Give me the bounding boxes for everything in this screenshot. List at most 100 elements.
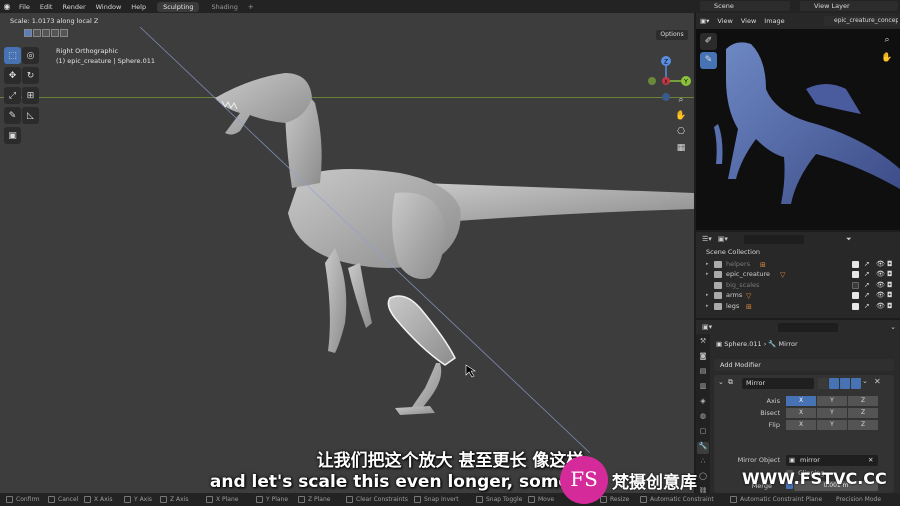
chevron-down-icon[interactable]: ⌄: [862, 377, 868, 385]
pan-hand-icon[interactable]: ✋: [880, 51, 894, 65]
flip-y-toggle[interactable]: Y: [817, 420, 847, 430]
status-move: Move: [528, 496, 554, 503]
key-icon: [206, 496, 213, 503]
bisect-x-toggle[interactable]: X: [786, 408, 816, 418]
modifier-tab-icon[interactable]: 🔧: [697, 442, 709, 454]
output-tab-icon[interactable]: ▤: [697, 367, 709, 379]
bisect-y-toggle[interactable]: Y: [817, 408, 847, 418]
transform-tool-icon[interactable]: ⊞: [22, 87, 39, 104]
render-camera-icon[interactable]: ◘: [887, 290, 893, 301]
chevron-down-icon[interactable]: ⌄: [890, 323, 896, 331]
menu-edit[interactable]: Edit: [35, 3, 58, 11]
view-layer-tab-icon[interactable]: ▥: [697, 382, 709, 394]
status-confirm: Confirm: [6, 496, 40, 503]
render-camera-icon[interactable]: ◘: [887, 301, 893, 312]
properties-type-icon[interactable]: ▣▾: [702, 323, 712, 331]
expand-arrow-icon[interactable]: ▸: [706, 290, 709, 301]
image-name-field[interactable]: epic_creature_concept: [824, 16, 898, 26]
key-icon: [298, 496, 305, 503]
close-icon[interactable]: ✕: [874, 377, 881, 386]
scene-collection[interactable]: Scene Collection: [706, 248, 760, 256]
view-dropdown[interactable]: View: [713, 17, 736, 25]
pan-hand-icon[interactable]: ✋: [674, 109, 688, 123]
rotate-tool-icon[interactable]: ↻: [22, 67, 39, 84]
sample-tool-icon[interactable]: ✐: [700, 33, 717, 50]
edit-cage-toggle-icon[interactable]: [818, 378, 828, 389]
menu-window[interactable]: Window: [91, 3, 127, 11]
tab-shading[interactable]: Shading: [205, 2, 243, 12]
menu-render[interactable]: Render: [57, 3, 90, 11]
include-checkbox[interactable]: [852, 303, 859, 310]
add-workspace-button[interactable]: +: [248, 3, 254, 11]
bisect-z-toggle[interactable]: Z: [848, 408, 878, 418]
annotate-tool-icon[interactable]: ✎: [700, 52, 717, 69]
mouse-left-icon: [6, 496, 13, 503]
axis-z-toggle[interactable]: Z: [848, 396, 878, 406]
select-arrow-icon[interactable]: ➚: [864, 269, 870, 280]
outliner-type-icon[interactable]: ☰▾: [702, 235, 712, 243]
cursor-tool-icon[interactable]: ◎: [22, 47, 39, 64]
status-z-axis: Z Axis: [160, 496, 188, 503]
outliner-row-arms[interactable]: ▸ arms ▽ ➚ 👁 ◘: [706, 290, 896, 301]
axis-x-toggle[interactable]: X: [786, 396, 816, 406]
key-icon: [124, 496, 131, 503]
properties-search-input[interactable]: [778, 322, 839, 332]
menu-file[interactable]: File: [14, 3, 35, 11]
view-layer-selector[interactable]: View Layer: [800, 1, 898, 11]
grid-icon[interactable]: ▦: [674, 141, 688, 155]
3d-viewport[interactable]: Scale: 1.0173 along local Z Right Orthog…: [0, 13, 694, 493]
breadcrumb: ▣ Sphere.011 › 🔧 Mirror: [716, 340, 798, 348]
expand-arrow-icon[interactable]: ▸: [706, 301, 709, 312]
edit-mode-toggle-icon[interactable]: [829, 378, 839, 389]
display-mode-icon[interactable]: ▣▾: [718, 235, 728, 243]
zoom-icon[interactable]: ⌕: [674, 93, 688, 107]
creature-sculpt: [139, 26, 694, 454]
flip-x-toggle[interactable]: X: [786, 420, 816, 430]
add-modifier-button[interactable]: Add Modifier: [714, 359, 894, 371]
outliner-row-epic-creature[interactable]: ▸ epic_creature ▽ ➚ 👁 ◘: [706, 269, 896, 280]
scale-tool-icon[interactable]: ⤢: [4, 87, 21, 104]
move-tool-icon[interactable]: ✥: [4, 67, 21, 84]
zoom-icon[interactable]: ⌕: [880, 33, 894, 47]
select-box-tool-icon[interactable]: ⬚: [4, 47, 21, 64]
visibility-eye-icon[interactable]: 👁: [876, 290, 885, 301]
scene-selector[interactable]: Scene: [700, 1, 790, 11]
collapse-arrow-icon[interactable]: ⌄: [718, 378, 724, 386]
viewport-toggle-icon[interactable]: [840, 378, 850, 389]
editor-type-icon[interactable]: ▣▾: [696, 17, 713, 25]
modifier-name-input[interactable]: Mirror: [742, 378, 814, 389]
camera-icon[interactable]: ⎔: [674, 125, 688, 139]
outliner-search-input[interactable]: [743, 234, 804, 244]
add-cube-tool-icon[interactable]: ▣: [4, 127, 21, 144]
render-tab-icon[interactable]: ◙: [697, 352, 709, 364]
visibility-eye-icon[interactable]: 👁: [876, 301, 885, 312]
blender-logo-icon[interactable]: ◉: [0, 0, 14, 13]
include-checkbox[interactable]: [852, 282, 859, 289]
menu-help[interactable]: Help: [126, 3, 151, 11]
tool-tab-icon[interactable]: ⚒: [697, 337, 709, 349]
include-checkbox[interactable]: [852, 292, 859, 299]
render-camera-icon[interactable]: ◘: [887, 269, 893, 280]
filter-icon[interactable]: ⏷: [846, 235, 852, 244]
select-arrow-icon[interactable]: ➚: [864, 301, 870, 312]
visibility-eye-icon[interactable]: 👁: [876, 269, 885, 280]
expand-arrow-icon[interactable]: ▸: [706, 269, 709, 280]
select-arrow-icon[interactable]: ➚: [864, 290, 870, 301]
menu-view[interactable]: View: [737, 17, 760, 25]
image-editor[interactable]: ▣▾ View View Image epic_creature_concept…: [696, 13, 900, 230]
measure-tool-icon[interactable]: ◺: [22, 107, 39, 124]
include-checkbox[interactable]: [852, 261, 859, 268]
collection-icon: [714, 271, 722, 278]
flip-z-toggle[interactable]: Z: [848, 420, 878, 430]
watermark-url: WWW.FSTVC.CC: [742, 469, 887, 488]
outliner-header: ☰▾ ▣▾ ⏷: [696, 232, 900, 246]
axis-y-toggle[interactable]: Y: [817, 396, 847, 406]
gizmo-x-label: X: [664, 80, 668, 86]
mesh-icon: ▣: [716, 340, 723, 348]
menu-image[interactable]: Image: [760, 17, 788, 25]
outliner-row-legs[interactable]: ▸ legs ⊞ ➚ 👁 ◘: [706, 301, 896, 312]
tab-sculpting[interactable]: Sculpting: [157, 1, 200, 12]
render-toggle-icon[interactable]: [851, 378, 861, 389]
include-checkbox[interactable]: [852, 271, 859, 278]
annotate-tool-icon[interactable]: ✎: [4, 107, 21, 124]
